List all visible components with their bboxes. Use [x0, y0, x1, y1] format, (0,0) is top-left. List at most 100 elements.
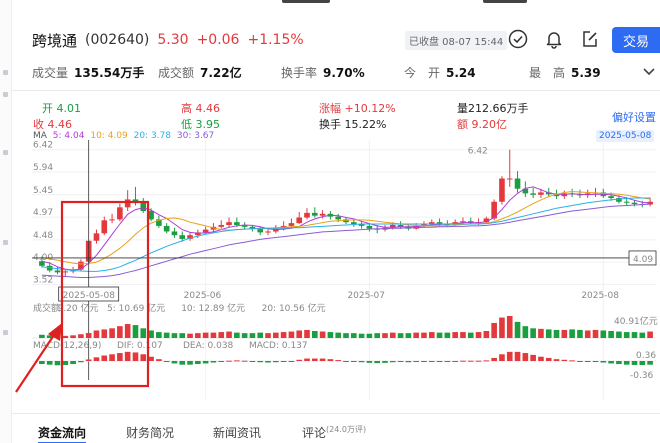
macd-bar [273, 361, 279, 363]
volume-bar [499, 317, 505, 338]
volume-bar [304, 329, 310, 338]
macd-bar [413, 361, 419, 362]
volume-bar [249, 333, 256, 338]
candle-body [499, 178, 505, 202]
kline-chart[interactable]: 6.425.945.454.974.484.003.522025-06 2025-… [0, 0, 660, 413]
macd-bar [46, 361, 53, 365]
volume-bar [62, 335, 69, 338]
volume-bar [350, 333, 357, 338]
volume-bar [584, 330, 591, 338]
macd-bar [561, 359, 568, 361]
macd-bar [374, 361, 380, 364]
volume-bar [366, 333, 373, 338]
macd-bar [54, 361, 61, 366]
macd-bar [514, 351, 521, 361]
candle-body [124, 199, 131, 208]
volume-bar [553, 329, 560, 338]
volume-bar [140, 328, 147, 338]
tab-financials[interactable]: 财务简况 [126, 424, 174, 441]
peak-price-label: 6.42 [468, 147, 488, 157]
volume-bar [483, 331, 490, 338]
volume-bar [421, 332, 427, 338]
candle-body [163, 225, 170, 232]
candle-body [350, 222, 357, 225]
candle-body [171, 231, 178, 236]
volume-bar [506, 316, 513, 338]
candle-body [538, 192, 544, 195]
volume-bar [491, 322, 497, 338]
macd-bar [93, 357, 100, 361]
macd-bar [210, 361, 217, 363]
tab-comments[interactable]: 评论(24.0万评) [302, 424, 366, 441]
volume-bar [467, 332, 474, 338]
volume-bar [436, 332, 443, 338]
macd-bar [569, 360, 575, 362]
macd-bar [319, 358, 326, 361]
comments-count-badge: (24.0万评) [326, 425, 367, 434]
crosshair-price-label: 4.09 [633, 255, 653, 265]
volume-bar [202, 332, 209, 338]
macd-bar [499, 354, 505, 361]
volume-bar [514, 321, 521, 338]
macd-bar [428, 361, 435, 362]
macd-legend-item: DIF: 0.107 [117, 341, 163, 351]
tab-news[interactable]: 新闻资讯 [213, 424, 261, 441]
macd-bar [366, 361, 373, 363]
volume-bar [616, 331, 622, 338]
candle-body [296, 217, 303, 224]
macd-bar [631, 361, 638, 365]
candle-body [179, 235, 186, 239]
macd-bar [117, 353, 123, 361]
ma30-line [41, 203, 651, 278]
macd-bar [545, 357, 552, 361]
volume-bar [647, 331, 653, 338]
volume-bar [382, 333, 388, 338]
macd-bar [101, 355, 108, 361]
candle-body [62, 271, 69, 273]
macd-bar [257, 361, 264, 363]
candle-body [257, 228, 264, 233]
candle-body [631, 202, 638, 205]
macd-bar [483, 360, 490, 362]
candle-body [608, 196, 614, 199]
volume-bar [85, 333, 92, 338]
volume-legend-item: 10: 12.89 亿元 [181, 302, 245, 314]
volume-bar [171, 333, 178, 338]
macd-bar [358, 361, 365, 363]
volume-bar [273, 332, 279, 338]
macd-bar [475, 360, 482, 362]
volume-bar [296, 330, 303, 338]
volume-legend-item: 9.20 亿元 [58, 302, 99, 314]
macd-bar [584, 361, 591, 362]
macd-bar [124, 351, 131, 361]
macd-bar [195, 361, 201, 365]
volume-bar [132, 325, 139, 338]
macd-bar [343, 361, 349, 362]
volume-bar [187, 333, 193, 338]
volume-bar [460, 332, 466, 338]
volume-bar [335, 332, 342, 338]
volume-bar [109, 328, 115, 338]
macd-bar [623, 361, 630, 365]
macd-bar [382, 361, 388, 363]
macd-bar [156, 359, 162, 361]
candle-body [506, 178, 513, 180]
macd-bar [171, 361, 178, 364]
volume-bar [538, 328, 544, 338]
macd-bar [452, 361, 458, 362]
volume-bar [78, 334, 84, 338]
macd-bar [179, 361, 186, 365]
volume-bar [452, 332, 458, 338]
tab-fund-flow[interactable]: 资金流向 [38, 424, 86, 441]
macd-bar [296, 359, 303, 361]
macd-bar [85, 359, 92, 361]
volume-legend-item: 成交额 [33, 302, 60, 314]
volume-bar [592, 329, 599, 338]
macd-bar [421, 361, 427, 362]
volume-bar [444, 332, 451, 338]
macd-bar [39, 361, 45, 365]
volume-legend-item: 5: 10.69 亿元 [107, 302, 165, 314]
volume-bar [413, 332, 419, 338]
candle-body [312, 212, 318, 216]
volume-bar [124, 324, 131, 338]
